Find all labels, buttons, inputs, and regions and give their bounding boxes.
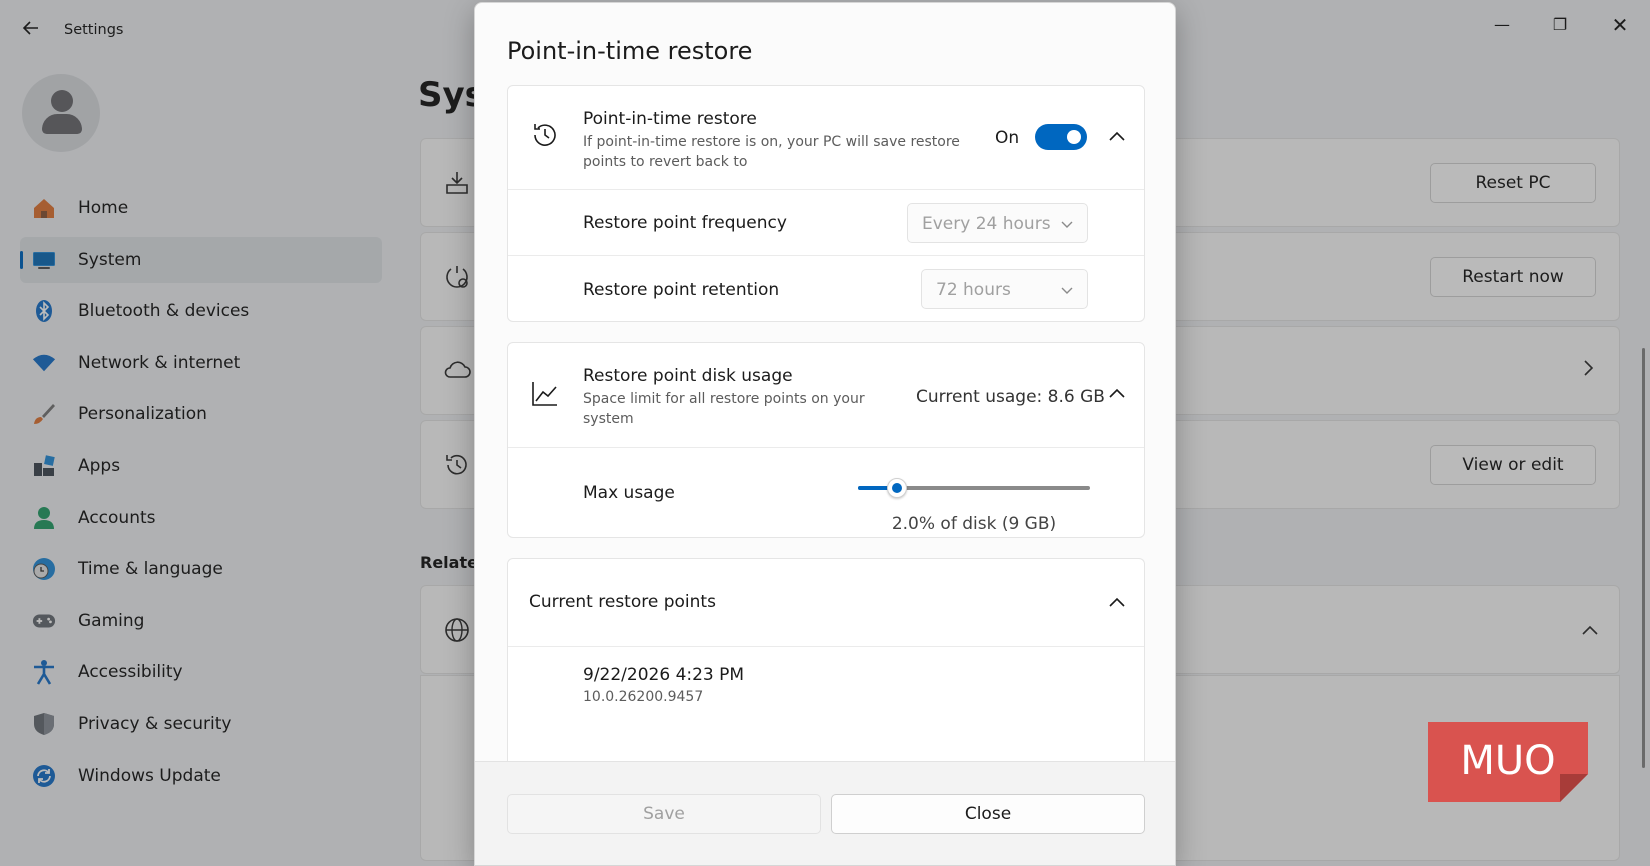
watermark-text: MUO xyxy=(1460,738,1555,784)
history-icon xyxy=(534,124,556,146)
current-usage-text: Current usage: 8.6 GB xyxy=(916,387,1105,407)
chevron-up-icon[interactable] xyxy=(1105,125,1129,149)
watermark-logo: MUO xyxy=(1428,722,1588,802)
chevron-up-icon[interactable] xyxy=(1105,382,1129,406)
frequency-select[interactable]: Every 24 hours xyxy=(907,203,1088,243)
max-usage-caption: 2.0% of disk (9 GB) xyxy=(891,514,1057,534)
restore-points-group: Current restore points 9/22/2026 4:23 PM… xyxy=(507,558,1145,761)
list-item[interactable]: 9/22/2026 4:23 PM 10.0.26200.9457 xyxy=(508,646,1144,761)
disk-usage-group: Restore point disk usage Space limit for… xyxy=(507,342,1145,538)
restore-points-title: Current restore points xyxy=(529,592,716,612)
restore-title: Point-in-time restore xyxy=(583,109,757,129)
chevron-down-icon xyxy=(1061,287,1073,294)
disk-usage-row[interactable]: Restore point disk usage Space limit for… xyxy=(508,343,1144,447)
retention-label: Restore point retention xyxy=(583,280,780,300)
frequency-label: Restore point frequency xyxy=(583,213,787,233)
restore-settings-group: Point-in-time restore If point-in-time r… xyxy=(507,85,1145,322)
line-chart-icon xyxy=(532,382,557,406)
max-usage-label: Max usage xyxy=(583,483,675,503)
disk-usage-title: Restore point disk usage xyxy=(583,366,793,386)
save-button[interactable]: Save xyxy=(507,794,821,834)
restore-point-build: 10.0.26200.9457 xyxy=(583,689,704,705)
chevron-up-icon[interactable] xyxy=(1105,591,1129,615)
toggle-state-label: On xyxy=(995,128,1020,148)
frequency-value: Every 24 hours xyxy=(922,214,1051,234)
restore-toggle[interactable] xyxy=(1035,124,1087,150)
toggle-knob xyxy=(1067,130,1081,144)
max-usage-row: Max usage 2.0% of disk (9 GB) xyxy=(508,447,1144,537)
chevron-down-icon xyxy=(1061,221,1073,228)
dialog-footer: Save Close xyxy=(475,761,1175,865)
retention-row: Restore point retention 72 hours xyxy=(508,255,1144,321)
restore-toggle-row[interactable]: Point-in-time restore If point-in-time r… xyxy=(508,86,1144,189)
retention-select[interactable]: 72 hours xyxy=(921,269,1088,309)
disk-usage-description: Space limit for all restore points on yo… xyxy=(583,391,865,427)
dialog-title: Point-in-time restore xyxy=(507,37,753,65)
restore-point-date: 9/22/2026 4:23 PM xyxy=(583,665,745,685)
restore-description: If point-in-time restore is on, your PC … xyxy=(583,134,960,170)
frequency-row: Restore point frequency Every 24 hours xyxy=(508,189,1144,255)
restore-dialog: Point-in-time restore Point-in-time rest… xyxy=(474,2,1176,866)
retention-value: 72 hours xyxy=(936,280,1011,300)
max-usage-slider[interactable] xyxy=(858,478,1090,498)
restore-points-header[interactable]: Current restore points xyxy=(508,559,1144,646)
close-button[interactable]: Close xyxy=(831,794,1145,834)
slider-thumb[interactable] xyxy=(887,478,908,498)
